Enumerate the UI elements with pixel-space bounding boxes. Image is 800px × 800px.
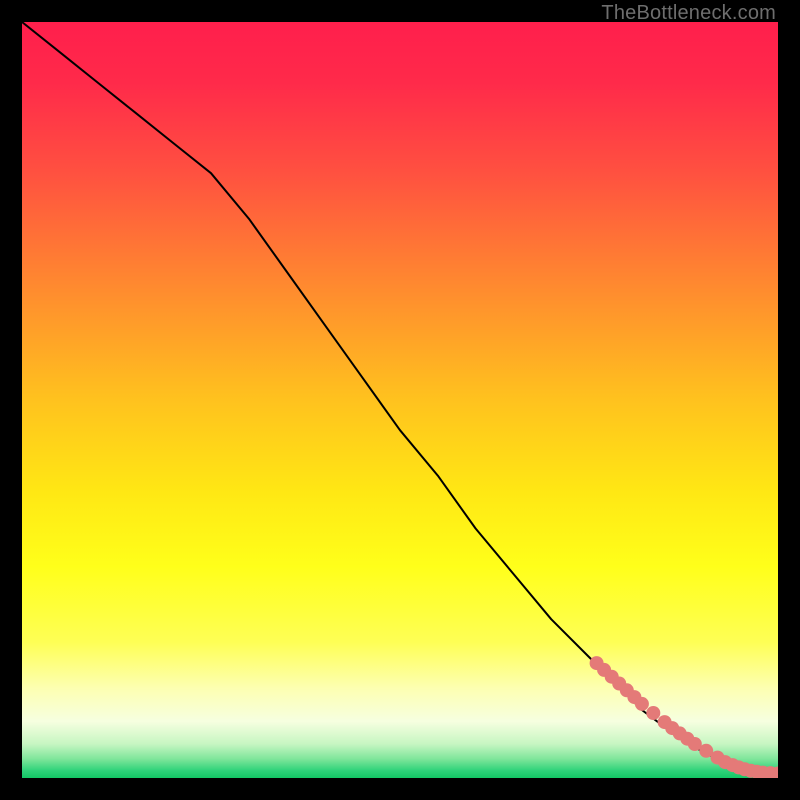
chart-frame [22, 22, 778, 778]
chart-svg [22, 22, 778, 778]
marker-dot [635, 697, 649, 711]
chart-background [22, 22, 778, 778]
marker-dot [646, 706, 660, 720]
